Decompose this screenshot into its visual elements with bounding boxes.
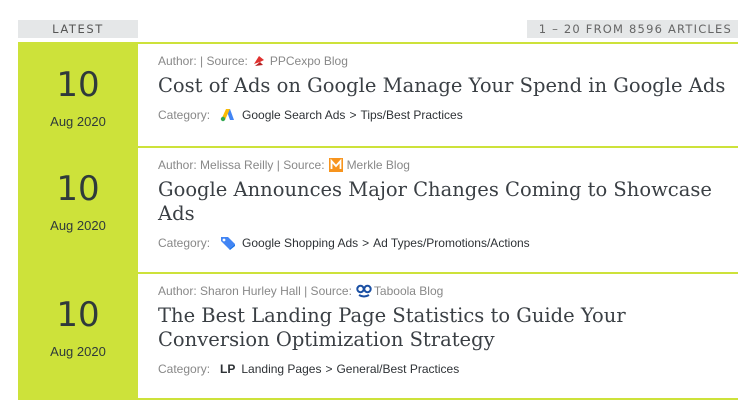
source-link[interactable]: PPCexpo Blog	[270, 52, 348, 70]
merkle-logo-icon	[328, 158, 343, 172]
article-meta: Author: | Source: PPCexpo Blog	[158, 52, 738, 70]
date-badge: 10 Aug 2020	[18, 44, 138, 146]
category-separator: >	[362, 236, 370, 250]
article-category: Category: Google Shopping Ads > Ad Types…	[158, 234, 738, 252]
category-link[interactable]: Landing Pages	[241, 360, 321, 378]
category-label: Category:	[158, 108, 211, 122]
subcategory-link[interactable]: General/Best Practices	[336, 360, 459, 378]
date-badge: 10 Aug 2020	[18, 274, 138, 398]
article-list: 10 Aug 2020 Author: | Source: PPCexpo Bl…	[18, 42, 738, 400]
date-month: Aug 2020	[50, 114, 106, 129]
subcategory-link[interactable]: Tips/Best Practices	[360, 106, 462, 124]
source-label: | Source:	[304, 284, 352, 298]
date-month: Aug 2020	[50, 344, 106, 359]
article-item: 10 Aug 2020 Author: Sharon Hurley Hall |…	[18, 272, 738, 400]
author-label: Author:	[158, 284, 197, 298]
source-label: | Source:	[200, 54, 248, 68]
landing-page-icon: LP	[220, 362, 236, 376]
article-category: Category: LP Landing Pages > General/Bes…	[158, 360, 738, 378]
ppcexpo-logo-icon	[252, 54, 266, 68]
article-item: 10 Aug 2020 Author: | Source: PPCexpo Bl…	[18, 42, 738, 146]
article-meta: Author: Sharon Hurley Hall | Source: Tab…	[158, 282, 738, 300]
source-link[interactable]: Taboola Blog	[374, 282, 443, 300]
article-item: 10 Aug 2020 Author: Melissa Reilly | Sou…	[18, 146, 738, 272]
date-day: 10	[56, 65, 100, 105]
author-label: Author:	[158, 54, 197, 68]
article-title[interactable]: The Best Landing Page Statistics to Guid…	[158, 304, 738, 352]
article-category: Category: Google Search Ads > Tips/Best …	[158, 106, 738, 124]
category-link[interactable]: Google Search Ads	[242, 106, 345, 124]
taboola-logo-icon	[356, 284, 372, 298]
source-label: | Source:	[276, 158, 325, 172]
date-day: 10	[56, 295, 100, 335]
author-name[interactable]: Melissa Reilly	[200, 156, 273, 174]
author-label: Author:	[158, 158, 197, 172]
author-name[interactable]: Sharon Hurley Hall	[200, 282, 301, 300]
latest-tab[interactable]: LATEST	[18, 20, 138, 38]
category-label: Category:	[158, 236, 211, 250]
subcategory-link[interactable]: Ad Types/Promotions/Actions	[373, 234, 530, 252]
date-day: 10	[56, 169, 100, 209]
article-meta: Author: Melissa Reilly | Source: Merkle …	[158, 156, 738, 174]
list-header: LATEST 1 – 20 FROM 8596 ARTICLES	[18, 20, 738, 38]
date-badge: 10 Aug 2020	[18, 148, 138, 272]
category-link[interactable]: Google Shopping Ads	[242, 234, 358, 252]
date-month: Aug 2020	[50, 218, 106, 233]
article-count: 1 – 20 FROM 8596 ARTICLES	[526, 20, 738, 38]
category-label: Category:	[158, 362, 211, 376]
article-title[interactable]: Cost of Ads on Google Manage Your Spend …	[158, 74, 738, 98]
category-separator: >	[325, 362, 333, 376]
shopping-tag-icon	[220, 236, 236, 250]
google-ads-icon	[220, 108, 236, 122]
category-separator: >	[349, 108, 357, 122]
article-title[interactable]: Google Announces Major Changes Coming to…	[158, 178, 738, 226]
source-link[interactable]: Merkle Blog	[347, 156, 410, 174]
